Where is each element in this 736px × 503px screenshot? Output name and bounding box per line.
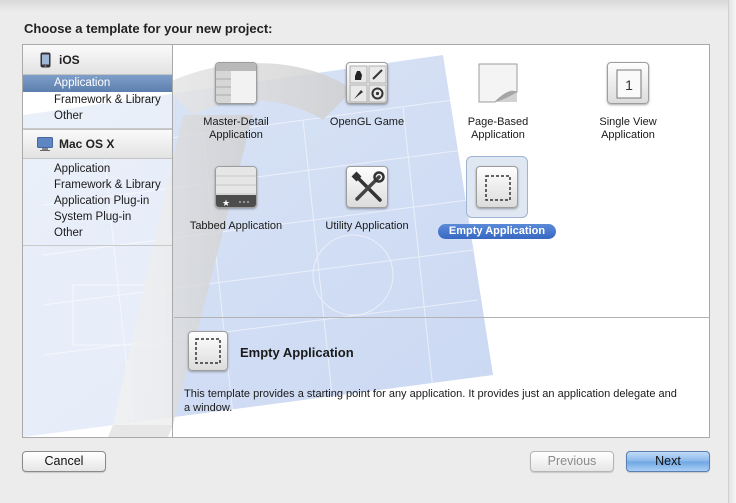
empty-app-icon [476, 166, 518, 208]
sidebar-item-mac-application-plugin[interactable]: Application Plug-in [23, 193, 172, 209]
iphone-icon [37, 52, 53, 68]
page-curl-icon [477, 62, 519, 104]
window-top-shadow [0, 0, 736, 12]
template-chooser-panel: iOS Application Framework & Library Othe… [22, 44, 710, 438]
next-button[interactable]: Next [626, 451, 710, 472]
window-right-edge [728, 0, 736, 503]
template-single-view[interactable]: 1 Single View Application [563, 62, 693, 142]
sidebar-item-ios-other[interactable]: Other [23, 108, 172, 124]
previous-button[interactable]: Previous [530, 451, 614, 472]
sidebar-item-mac-other[interactable]: Other [23, 225, 172, 241]
sidebar-item-ios-framework-library[interactable]: Framework & Library [23, 92, 172, 108]
sidebar-group-ios-label: iOS [59, 52, 80, 67]
template-master-detail-label: Master-Detail Application [203, 116, 269, 141]
opengl-game-icon [346, 62, 388, 104]
dialog-title: Choose a template for your new project: [24, 21, 273, 36]
template-opengl-game-label: OpenGL Game [329, 116, 405, 128]
sidebar-item-mac-application[interactable]: Application [23, 161, 172, 177]
mac-os-x-icon [37, 136, 53, 152]
template-tabbed-label: Tabbed Application [189, 220, 283, 232]
template-grid: Master-Detail Application OpenGL Game Pa… [171, 45, 709, 317]
template-opengl-game[interactable]: OpenGL Game [302, 62, 432, 129]
empty-app-icon [188, 331, 228, 371]
template-page-based-label: Page-Based Application [467, 116, 529, 141]
template-description: Empty Application This template provides… [174, 318, 709, 437]
sidebar-group-mac-label: Mac OS X [59, 137, 115, 151]
svg-text:★: ★ [222, 199, 230, 208]
cancel-button[interactable]: Cancel [22, 451, 106, 472]
single-view-icon: 1 [607, 62, 649, 104]
description-text: This template provides a starting point … [184, 388, 677, 414]
template-utility-label: Utility Application [325, 220, 409, 232]
description-title: Empty Application [240, 345, 354, 360]
template-tabbed[interactable]: ★ Tabbed Application [171, 166, 301, 233]
template-page-based[interactable]: Page-Based Application [433, 62, 563, 142]
template-utility[interactable]: Utility Application [302, 166, 432, 233]
sidebar-mac-list: Application Framework & Library Applicat… [23, 159, 172, 246]
utility-tools-icon [346, 166, 388, 208]
template-single-view-label: Single View Application [599, 116, 657, 141]
sidebar-group-mac-os-x: Mac OS X [23, 129, 172, 159]
sidebar-ios-list: Application Framework & Library Other [23, 75, 172, 129]
sidebar-item-mac-framework-library[interactable]: Framework & Library [23, 177, 172, 193]
template-empty[interactable]: Empty Application [432, 156, 562, 239]
sidebar-item-mac-system-plugin[interactable]: System Plug-in [23, 209, 172, 225]
template-category-sidebar: iOS Application Framework & Library Othe… [23, 45, 173, 437]
template-empty-label: Empty Application [437, 224, 557, 239]
sidebar-item-ios-application[interactable]: Application [23, 75, 172, 92]
template-empty-selection-frame [466, 156, 528, 218]
svg-text:1: 1 [625, 77, 633, 93]
master-detail-icon [215, 62, 257, 104]
tabbed-app-icon: ★ [215, 166, 257, 208]
sidebar-group-ios: iOS [23, 45, 172, 75]
template-master-detail[interactable]: Master-Detail Application [171, 62, 301, 142]
